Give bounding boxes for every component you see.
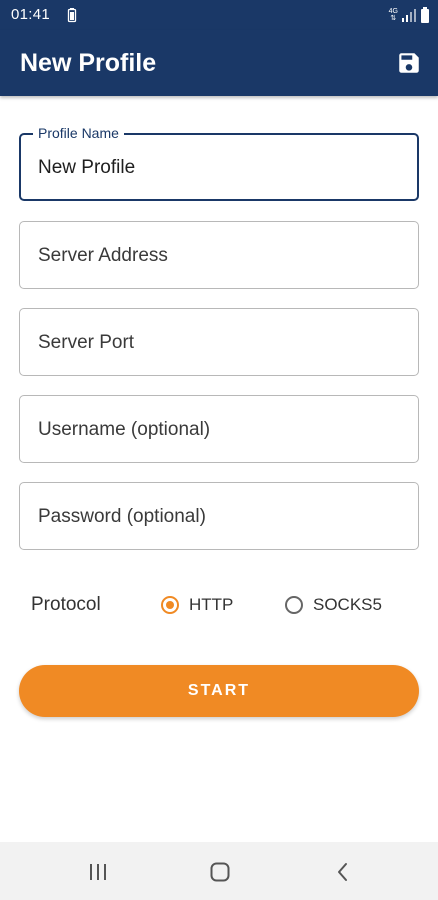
network-type: 4G ⇅	[389, 8, 398, 22]
battery-icon	[67, 8, 77, 23]
status-icons: 4G ⇅	[389, 6, 430, 24]
protocol-socks5-option[interactable]: SOCKS5	[285, 592, 382, 618]
start-button[interactable]: START	[19, 665, 419, 717]
protocol-http-label: HTTP	[189, 595, 234, 614]
username-field[interactable]: Username (optional)	[19, 395, 419, 463]
server-port-placeholder: Server Port	[38, 332, 135, 353]
protocol-http-option[interactable]: HTTP	[161, 592, 233, 618]
profile-name-label: Profile Name	[33, 125, 124, 141]
status-time: 01:41	[11, 6, 51, 23]
back-icon[interactable]	[331, 860, 355, 884]
home-icon[interactable]	[208, 860, 232, 884]
server-address-placeholder: Server Address	[38, 245, 168, 266]
radio-checked-icon[interactable]	[161, 596, 179, 614]
password-placeholder: Password (optional)	[38, 506, 206, 527]
protocol-label: Protocol	[31, 594, 101, 615]
protocol-socks5-label: SOCKS5	[313, 595, 382, 614]
save-icon[interactable]	[396, 50, 422, 76]
profile-name-value: New Profile	[38, 157, 136, 178]
server-address-field[interactable]: Server Address	[19, 221, 419, 289]
nav-bar	[0, 842, 438, 900]
recent-apps-icon[interactable]	[86, 860, 110, 884]
radio-unchecked-icon[interactable]	[285, 596, 303, 614]
network-type-label: 4G	[388, 8, 398, 15]
profile-name-field[interactable]: Profile Name New Profile	[19, 125, 419, 201]
data-activity-icon: ⇅	[390, 15, 397, 22]
app-bar: New Profile	[0, 30, 438, 96]
battery-status-icon	[421, 7, 429, 23]
password-field[interactable]: Password (optional)	[19, 482, 419, 550]
username-placeholder: Username (optional)	[38, 419, 211, 440]
server-port-field[interactable]: Server Port	[19, 308, 419, 376]
signal-icon	[402, 9, 416, 22]
page-title: New Profile	[20, 49, 157, 77]
status-bar: 01:41 4G ⇅	[0, 0, 438, 30]
